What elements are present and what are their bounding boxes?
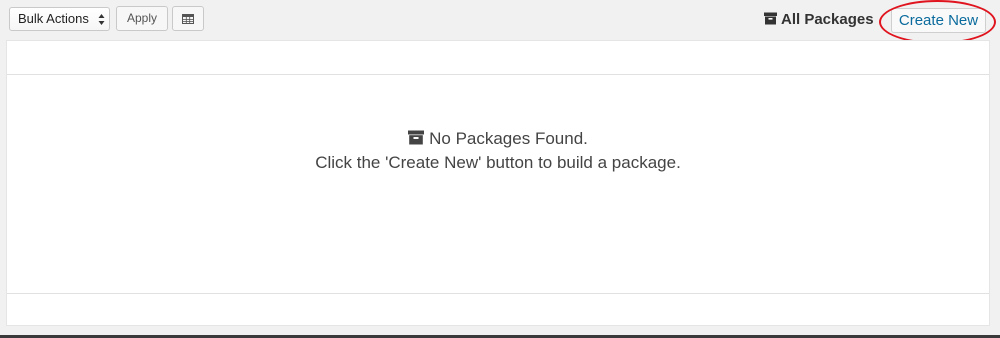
empty-state-title: No Packages Found. xyxy=(429,129,588,148)
packages-table: No Packages Found. Click the 'Create New… xyxy=(6,40,990,326)
create-new-button[interactable]: Create New xyxy=(891,8,986,33)
empty-state-subtitle: Click the 'Create New' button to build a… xyxy=(315,153,681,172)
bulk-actions-select[interactable]: Bulk Actions xyxy=(9,7,110,31)
table-header-row xyxy=(7,41,989,75)
empty-state-title-line: No Packages Found. xyxy=(7,127,989,151)
toolbar: Bulk Actions Apply All Packages Create N… xyxy=(0,0,1000,44)
grid-view-button[interactable] xyxy=(172,6,204,31)
all-packages-label: All Packages xyxy=(781,11,874,28)
table-footer-row xyxy=(7,293,989,325)
apply-button[interactable]: Apply xyxy=(116,6,168,31)
select-arrows-icon xyxy=(98,14,105,25)
archive-icon xyxy=(764,12,777,25)
grid-icon xyxy=(182,14,194,24)
all-packages-heading: All Packages xyxy=(764,11,874,29)
empty-state-message: No Packages Found. Click the 'Create New… xyxy=(7,127,989,175)
bulk-actions-selected: Bulk Actions xyxy=(18,11,89,26)
archive-icon xyxy=(408,130,425,145)
